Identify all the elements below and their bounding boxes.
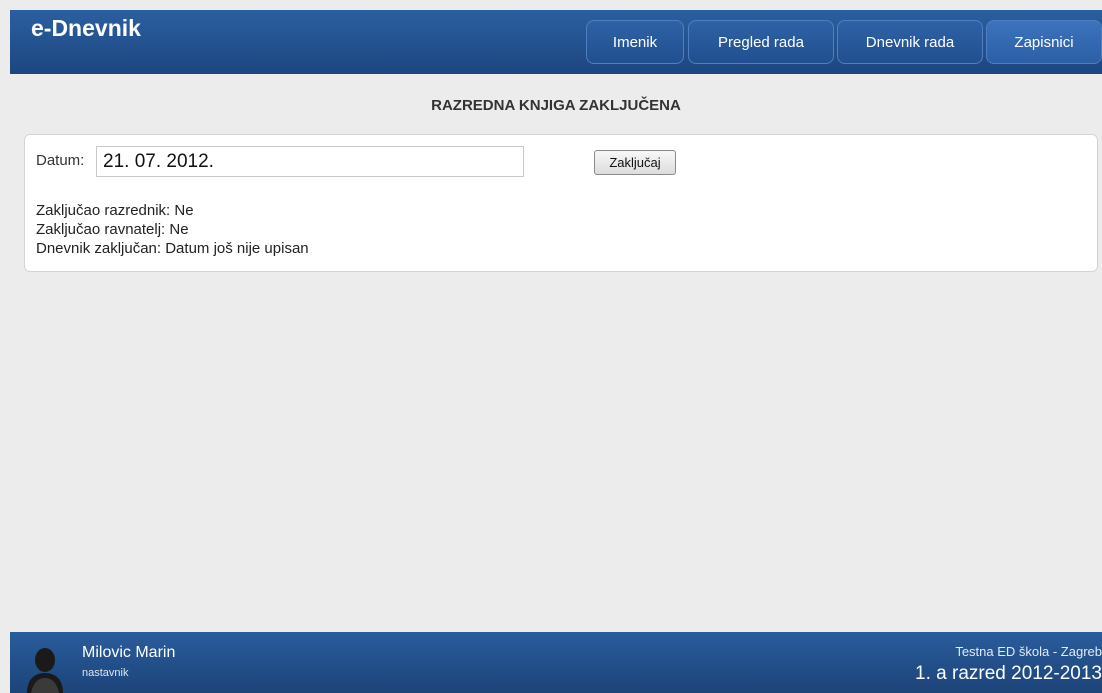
user-avatar-icon xyxy=(27,648,63,693)
page-title: RAZREDNA KNJIGA ZAKLJUČENA xyxy=(431,97,681,114)
nav-imenik[interactable]: Imenik xyxy=(586,20,684,64)
nav-dnevnik-rada[interactable]: Dnevnik rada xyxy=(837,20,983,64)
school-name: Testna ED škola - Zagreb xyxy=(955,644,1102,659)
lock-panel: Datum: Zaključaj Zaključao razrednik: Ne… xyxy=(24,134,1098,272)
lock-button[interactable]: Zaključaj xyxy=(594,150,676,175)
app-title: e-Dnevnik xyxy=(31,15,141,41)
status-ravnatelj: Zaključao ravnatelj: Ne xyxy=(36,221,189,238)
status-razrednik: Zaključao razrednik: Ne xyxy=(36,202,194,219)
datum-input[interactable] xyxy=(96,146,524,177)
nav-pregled-rada[interactable]: Pregled rada xyxy=(688,20,834,64)
nav-zapisnici[interactable]: Zapisnici xyxy=(986,20,1102,64)
user-name: Milovic Marin xyxy=(82,644,176,661)
datum-label: Datum: xyxy=(36,152,85,169)
class-name: 1. a razred 2012-2013 xyxy=(915,663,1102,684)
user-role: nastavnik xyxy=(82,667,129,679)
status-dnevnik: Dnevnik zaključan: Datum još nije upisan xyxy=(36,240,309,257)
app-header: e-Dnevnik Imenik Pregled rada Dnevnik ra… xyxy=(10,10,1102,74)
app-footer: Milovic Marin nastavnik Testna ED škola … xyxy=(10,632,1102,693)
